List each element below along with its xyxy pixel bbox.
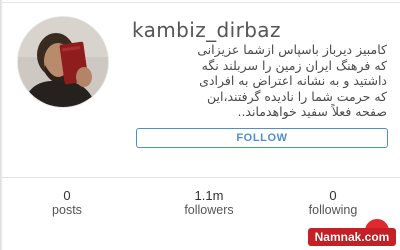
following-stat[interactable]: 0 following (288, 188, 378, 218)
top-divider (0, 2, 400, 3)
followers-stat[interactable]: 1.1m followers (164, 188, 254, 218)
bio-line: کامبیز دیرباز باسپاس ازشما عزیزانی (197, 42, 387, 57)
bio-line: که حرمت شما را نادیده گرفتند،این (206, 88, 387, 104)
profile-photo-icon (18, 17, 108, 107)
posts-label: posts (52, 203, 82, 217)
page-edge-shadow (0, 0, 3, 250)
followers-label: followers (184, 203, 234, 217)
follow-button[interactable]: FOLLOW (136, 128, 388, 148)
avatar[interactable] (18, 17, 108, 107)
watermark-text: Namnak.com (314, 230, 390, 244)
followers-count: 1.1m (194, 188, 224, 203)
stats-divider (0, 177, 400, 178)
posts-count: 0 (63, 188, 71, 203)
namnak-watermark: Namnak.com (308, 218, 396, 248)
following-label: following (308, 203, 358, 217)
bio-line: صفحه فعلاً سفید خواهدماند.. (237, 104, 387, 119)
following-count: 0 (329, 188, 337, 203)
username: kambiz_dirbaz (132, 18, 281, 42)
bio-line: که فرهنگ ایران زمین را سربلند نگه (201, 57, 387, 73)
posts-stat[interactable]: 0 posts (22, 188, 112, 218)
bio-line: داشتید و به نشانه اعتراض به افرادی (199, 73, 387, 88)
profile-bio: کامبیز دیرباز باسپاس ازشما عزیزانی که فر… (137, 42, 387, 120)
